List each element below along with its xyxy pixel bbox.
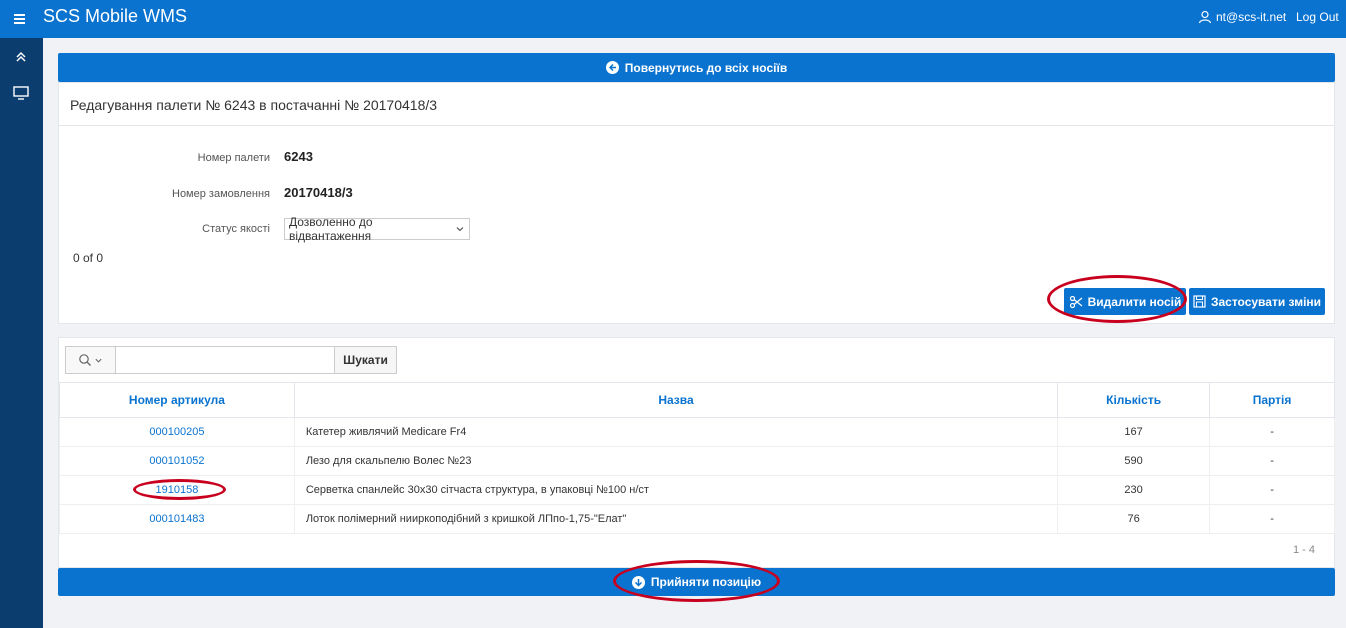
item-quantity: 76 bbox=[1057, 504, 1211, 534]
article-link[interactable]: 000100205 bbox=[149, 426, 204, 438]
item-name: Серветка спанлейс 30х30 сітчаста структу… bbox=[293, 475, 1059, 505]
table-row: 000101052 Лезо для скальпелю Волес №23 5… bbox=[59, 446, 1335, 476]
collapse-up-icon[interactable] bbox=[12, 48, 30, 66]
chevron-down-icon bbox=[456, 227, 464, 232]
search-bar: Шукати bbox=[65, 346, 397, 374]
item-name: Лезо для скальпелю Волес №23 bbox=[293, 446, 1059, 476]
item-batch: - bbox=[1209, 417, 1335, 447]
user-email: nt@scs-it.net bbox=[1216, 10, 1287, 24]
table-row: 000100205 Катетер живлячий Medicare Fr4 … bbox=[59, 417, 1335, 447]
column-header-quantity[interactable]: Кількість bbox=[1057, 382, 1211, 418]
panel-title: Редагування палети № 6243 в постачанні №… bbox=[70, 97, 438, 113]
article-link[interactable]: 000101483 bbox=[149, 513, 204, 525]
column-header-batch[interactable]: Партія bbox=[1209, 382, 1335, 418]
item-batch: - bbox=[1209, 475, 1335, 505]
order-number-value: 20170418/3 bbox=[284, 185, 353, 200]
app-title[interactable]: SCS Mobile WMS bbox=[43, 6, 187, 27]
divider bbox=[59, 125, 1334, 126]
menu-icon[interactable] bbox=[12, 10, 30, 28]
column-header-name[interactable]: Назва bbox=[293, 382, 1059, 418]
search-icon bbox=[79, 354, 91, 366]
chevron-down-icon bbox=[95, 358, 102, 363]
annotation-circle bbox=[133, 479, 226, 500]
sidebar bbox=[0, 38, 43, 628]
search-column-selector[interactable] bbox=[65, 346, 116, 374]
main-content: Повернутись до всіх носіїв Редагування п… bbox=[43, 38, 1346, 628]
order-number-label: Номер замовлення bbox=[172, 188, 270, 200]
pagination-info: 1 - 4 bbox=[1292, 544, 1315, 556]
items-table: Номер артикула Назва Кількість Партія 00… bbox=[59, 382, 1335, 534]
table-header-row: Номер артикула Назва Кількість Партія bbox=[59, 382, 1335, 418]
item-quantity: 167 bbox=[1057, 417, 1211, 447]
item-batch: - bbox=[1209, 504, 1335, 534]
item-name: Лоток полімерний нииркоподібний з кришко… bbox=[293, 504, 1059, 534]
item-batch: - bbox=[1209, 446, 1335, 476]
article-link[interactable]: 000101052 bbox=[149, 455, 204, 467]
logout-link[interactable]: Log Out bbox=[1296, 10, 1339, 24]
pallet-number-value: 6243 bbox=[284, 149, 313, 164]
monitor-icon[interactable] bbox=[12, 84, 30, 102]
user-icon bbox=[1198, 10, 1212, 24]
back-to-carriers-button[interactable]: Повернутись до всіх носіїв bbox=[58, 53, 1335, 82]
table-row: 1910158 Серветка спанлейс 30х30 сітчаста… bbox=[59, 475, 1335, 505]
pallet-number-label: Номер палети bbox=[197, 152, 270, 164]
quality-status-select[interactable]: Дозволенно до відвантаження bbox=[284, 215, 470, 243]
arrow-left-icon bbox=[605, 61, 619, 74]
save-icon bbox=[1193, 295, 1206, 308]
items-panel: Шукати Номер артикула Назва Кількість Па… bbox=[58, 337, 1335, 568]
annotation-circle bbox=[1047, 275, 1187, 323]
record-counter: 0 of 0 bbox=[73, 251, 104, 265]
top-bar: SCS Mobile WMS nt@scs-it.net Log Out bbox=[0, 0, 1346, 38]
item-quantity: 590 bbox=[1057, 446, 1211, 476]
search-button[interactable]: Шукати bbox=[335, 346, 397, 374]
annotation-circle bbox=[613, 560, 780, 602]
apply-changes-button[interactable]: Застосувати зміни bbox=[1189, 288, 1325, 315]
apply-changes-label: Застосувати зміни bbox=[1210, 294, 1322, 309]
back-button-label: Повернутись до всіх носіїв bbox=[624, 60, 788, 75]
quality-status-label: Статус якості bbox=[202, 223, 270, 235]
item-name: Катетер живлячий Medicare Fr4 bbox=[293, 417, 1059, 447]
quality-status-value: Дозволенно до відвантаження bbox=[289, 215, 373, 243]
search-input[interactable] bbox=[116, 346, 335, 374]
table-row: 000101483 Лоток полімерний нииркоподібни… bbox=[59, 504, 1335, 534]
user-menu[interactable]: nt@scs-it.net bbox=[1198, 10, 1286, 24]
item-quantity: 230 bbox=[1057, 475, 1211, 505]
column-header-article[interactable]: Номер артикула bbox=[59, 382, 295, 418]
